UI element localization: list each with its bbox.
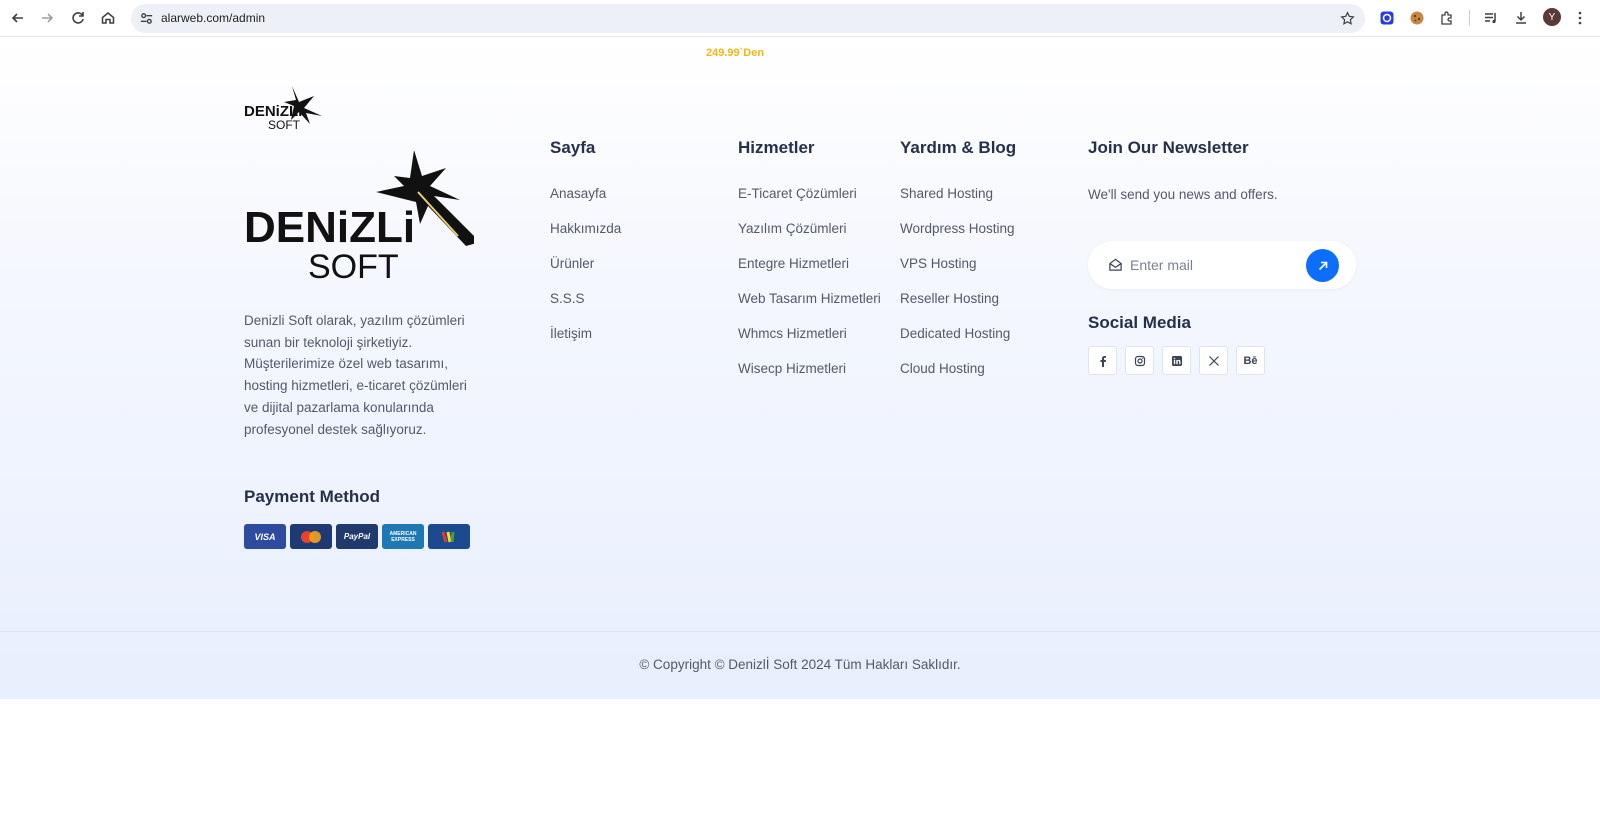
newsletter-text: We'll send you news and offers. <box>1088 187 1278 202</box>
forward-button[interactable] <box>35 6 59 30</box>
link-wisecp[interactable]: Wisecp Hizmetleri <box>738 361 881 396</box>
other-card-icon <box>428 524 470 549</box>
social-links: Bē <box>1088 346 1265 375</box>
social-media-title: Social Media <box>1088 313 1191 332</box>
payment-method-title: Payment Method <box>244 487 381 506</box>
profile-avatar[interactable]: Y <box>1543 8 1561 26</box>
link-shared-hosting[interactable]: Shared Hosting <box>900 186 1015 221</box>
link-vps-hosting[interactable]: VPS Hosting <box>900 256 1015 291</box>
link-cloud-hosting[interactable]: Cloud Hosting <box>900 361 1015 396</box>
amex-card-icon: AMERICAN EXPRESS <box>382 524 424 549</box>
extensions-button[interactable] <box>1438 9 1456 27</box>
x-twitter-button[interactable] <box>1199 346 1228 375</box>
link-urunler[interactable]: Ürünler <box>550 256 621 291</box>
hizmetler-title: Hizmetler <box>738 138 815 157</box>
hizmetler-links: E-Ticaret Çözümleri Yazılım Çözümleri En… <box>738 186 881 396</box>
link-dedicated-hosting[interactable]: Dedicated Hosting <box>900 326 1015 361</box>
media-controls-button[interactable] <box>1482 9 1500 27</box>
reload-button[interactable] <box>66 6 90 30</box>
linkedin-icon <box>1171 355 1182 366</box>
footer-section: 249.99`Den DENiZLi SOFT DENiZLi SOFT Den… <box>0 38 1600 699</box>
x-icon <box>1208 355 1219 366</box>
brand-logo: DENiZLi SOFT <box>244 150 474 280</box>
mastercard-circles-icon <box>301 530 321 543</box>
copyright-text: © Copyright © Denizlİ Soft 2024 Tüm Hakl… <box>639 657 961 672</box>
link-reseller-hosting[interactable]: Reseller Hosting <box>900 291 1015 326</box>
link-yazilim[interactable]: Yazılım Çözümleri <box>738 221 881 256</box>
email-input[interactable] <box>1130 253 1310 277</box>
downloads-button[interactable] <box>1512 9 1530 27</box>
link-hakkimizda[interactable]: Hakkımızda <box>550 221 621 256</box>
arrow-left-icon <box>11 13 23 23</box>
address-bar[interactable]: alarweb.com/admin <box>131 4 1365 33</box>
puzzle-icon <box>1441 11 1452 25</box>
link-eticaret[interactable]: E-Ticaret Çözümleri <box>738 186 881 221</box>
link-anasayfa[interactable]: Anasayfa <box>550 186 621 221</box>
newsletter-form <box>1088 241 1356 289</box>
back-button[interactable] <box>6 6 30 30</box>
sayfa-links: Anasayfa Hakkımızda Ürünler S.S.S İletiş… <box>550 186 621 361</box>
visa-card-icon: VISA <box>244 524 286 549</box>
envelope-open-icon <box>1109 258 1122 271</box>
home-button[interactable] <box>96 6 120 30</box>
small-logo-line2: SOFT <box>268 118 301 130</box>
behance-button[interactable]: Bē <box>1236 346 1265 375</box>
mastercard-icon <box>290 524 332 549</box>
extension-cookie-button[interactable] <box>1408 9 1426 27</box>
link-iletisim[interactable]: İletişim <box>550 326 621 361</box>
bookmark-star-icon[interactable] <box>1340 11 1355 26</box>
newsletter-title: Join Our Newsletter <box>1088 138 1249 157</box>
site-settings-icon[interactable] <box>139 11 154 26</box>
cookie-icon <box>1410 11 1424 25</box>
extension-blue-icon <box>1380 11 1394 25</box>
small-logo[interactable]: DENiZLi SOFT <box>244 82 328 130</box>
behance-icon: Bē <box>1243 354 1258 367</box>
facebook-icon <box>1100 355 1106 367</box>
logo-line2: SOFT <box>308 248 399 280</box>
link-whmcs[interactable]: Whmcs Hizmetleri <box>738 326 881 361</box>
paypal-card-icon: PayPal <box>336 524 378 549</box>
browser-toolbar: alarweb.com/admin Y <box>0 0 1600 37</box>
home-icon <box>101 12 115 24</box>
about-text: Denizli Soft olarak, yazılım çözümleri s… <box>244 313 467 437</box>
yardim-links: Shared Hosting Wordpress Hosting VPS Hos… <box>900 186 1015 396</box>
sayfa-title: Sayfa <box>550 138 596 157</box>
kebab-menu-icon <box>1578 11 1582 25</box>
reload-icon <box>72 12 84 24</box>
colorful-card-logo-icon <box>441 531 455 542</box>
instagram-icon <box>1134 355 1145 366</box>
url-text[interactable]: alarweb.com/admin <box>161 11 265 25</box>
arrow-up-right-icon <box>1318 261 1327 270</box>
linkedin-button[interactable] <box>1162 346 1191 375</box>
footer-divider <box>0 631 1600 632</box>
link-wordpress-hosting[interactable]: Wordpress Hosting <box>900 221 1015 256</box>
download-icon <box>1516 12 1526 24</box>
playlist-icon <box>1485 13 1496 24</box>
link-entegre[interactable]: Entegre Hizmetleri <box>738 256 881 291</box>
yardim-blog-title: Yardım & Blog <box>900 138 1017 157</box>
browser-menu-button[interactable] <box>1571 9 1589 27</box>
arrow-right-icon <box>42 13 54 23</box>
payment-cards: VISA PayPal AMERICAN EXPRESS <box>244 524 470 549</box>
link-sss[interactable]: S.S.S <box>550 291 621 326</box>
toolbar-divider <box>1469 10 1470 26</box>
facebook-button[interactable] <box>1088 346 1117 375</box>
logo-line1: DENiZLi <box>244 203 415 252</box>
subscribe-button[interactable] <box>1306 249 1339 282</box>
link-web-tasarim[interactable]: Web Tasarım Hizmetleri <box>738 291 881 326</box>
instagram-button[interactable] <box>1125 346 1154 375</box>
extension-blue-button[interactable] <box>1378 9 1396 27</box>
promo-price: 249.99`Den <box>706 47 765 59</box>
